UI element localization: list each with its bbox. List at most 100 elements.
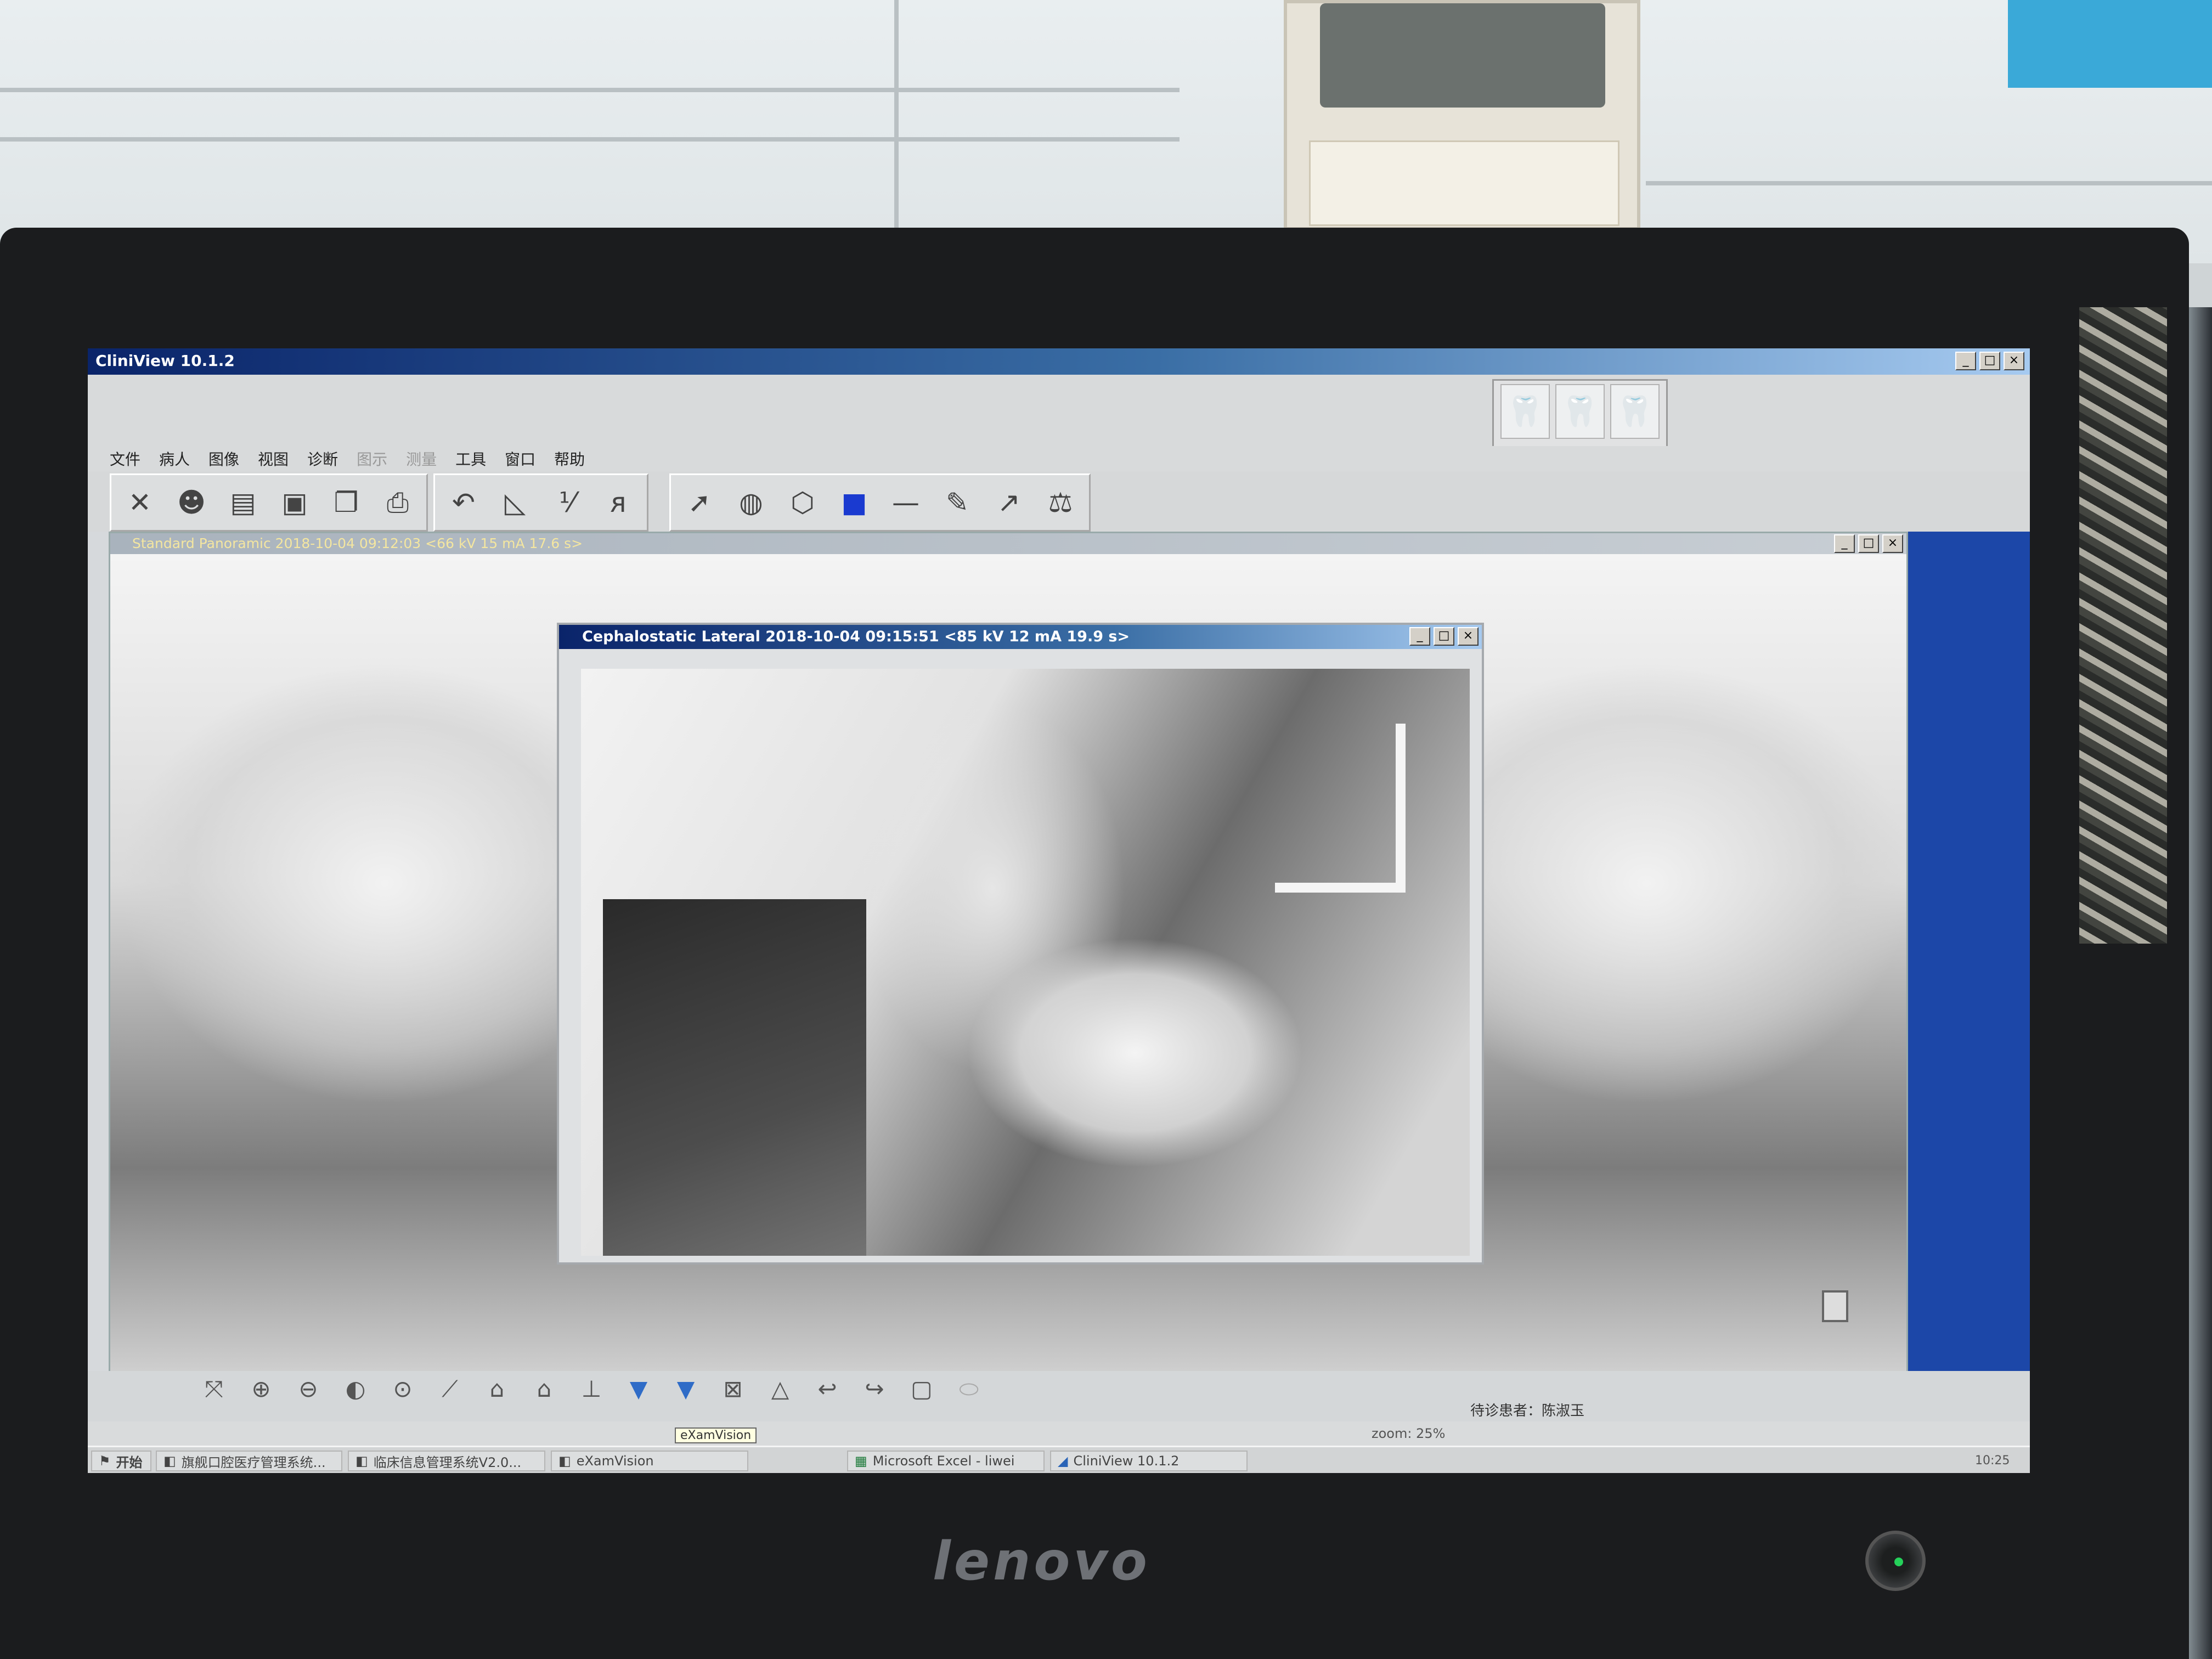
close-button[interactable]: × xyxy=(1882,534,1903,553)
eraser-icon[interactable]: ◍ xyxy=(730,482,772,523)
menu-diagnosis[interactable]: 诊断 xyxy=(307,448,338,470)
histogram-icon[interactable]: △ xyxy=(764,1375,797,1410)
menu-help[interactable]: 帮助 xyxy=(554,448,585,470)
taskbar-tooltip: eXamVision xyxy=(675,1427,757,1443)
control-panel-display xyxy=(1320,3,1605,108)
waiting-patient: 待诊患者：陈淑玉 xyxy=(1470,1403,1585,1419)
taskbar-item[interactable]: ◢ CliniView 10.1.2 xyxy=(1050,1451,1248,1471)
close-image-icon[interactable]: ✕ xyxy=(119,482,161,523)
zoom-out-icon[interactable]: ⊖ xyxy=(292,1375,325,1410)
menu-image[interactable]: 图像 xyxy=(208,448,239,470)
tooth-icon[interactable]: 🦷 xyxy=(1500,384,1550,439)
ceph-nasion-ruler xyxy=(1275,724,1406,893)
status-bar: zoom: 25% 待诊患者：陈淑玉 xyxy=(88,1403,2030,1446)
pointer-icon[interactable]: ➚ xyxy=(679,482,720,523)
maximize-button[interactable]: □ xyxy=(1434,627,1454,646)
close-button[interactable]: × xyxy=(2004,352,2024,370)
menu-file[interactable]: 文件 xyxy=(110,448,140,470)
flip-horizontal-icon[interactable]: ᴙ xyxy=(597,482,639,523)
rotate-icon[interactable]: ↶ xyxy=(443,482,484,523)
sharpen-icon[interactable]: ⟋ xyxy=(433,1375,466,1410)
wall-background xyxy=(0,0,2212,263)
page-icon[interactable] xyxy=(1822,1290,1848,1322)
taskbar-item[interactable]: ▦ Microsoft Excel - liwei xyxy=(847,1451,1045,1471)
minimize-button[interactable]: _ xyxy=(1409,627,1430,646)
tooth-filter-icon[interactable]: ⌂ xyxy=(481,1375,514,1410)
monitor-logo: lenovo xyxy=(933,1531,1150,1592)
angle-icon[interactable]: ◺ xyxy=(494,482,536,523)
calibrate-icon[interactable]: ⚖ xyxy=(1040,482,1081,523)
menu-tools[interactable]: 工具 xyxy=(455,448,486,470)
minimize-button[interactable]: _ xyxy=(1834,534,1855,553)
shape-icon[interactable]: ⬡ xyxy=(782,482,823,523)
wall-poster xyxy=(2008,0,2212,88)
ceph-title-bar[interactable]: Cephalostatic Lateral 2018-10-04 09:15:5… xyxy=(559,625,1482,649)
lasso-icon[interactable]: ⬭ xyxy=(952,1375,985,1410)
tooth-color-icon[interactable]: ▼ xyxy=(622,1375,655,1410)
menu-view[interactable]: 视图 xyxy=(258,448,289,470)
control-panel-notice xyxy=(1309,140,1620,226)
maximize-button[interactable]: □ xyxy=(1858,534,1879,553)
zoom-in-icon[interactable]: ⊕ xyxy=(245,1375,278,1410)
taskbar-clock: 10:25 xyxy=(1975,1454,2010,1468)
windows-icon: ⚑ xyxy=(99,1453,111,1469)
ceph-title: Cephalostatic Lateral 2018-10-04 09:15:5… xyxy=(582,628,1130,645)
tooth-icon[interactable]: 🦷 xyxy=(1610,384,1660,439)
app-icon: ◧ xyxy=(558,1453,571,1469)
redo-icon[interactable]: ↪ xyxy=(858,1375,891,1410)
tooth-filter-2-icon[interactable]: ⌂ xyxy=(528,1375,561,1410)
image-type-strip: 🦷 🦷 🦷 xyxy=(88,375,2030,449)
open-icon[interactable]: ▤ xyxy=(222,482,264,523)
image-tools: ⤧ ⊕ ⊖ ◐ ⊙ ⟋ ⌂ ⌂ ⊥ ▼ ▼ ⊠ △ ↩ ↪ ▢ ⬭ xyxy=(198,1375,985,1410)
app-title-bar: CliniView 10.1.2 _ □ × xyxy=(88,348,2030,375)
implant-icon[interactable]: ⊥ xyxy=(575,1375,608,1410)
copy-icon[interactable]: ❐ xyxy=(325,482,367,523)
tooth-icon[interactable]: 🦷 xyxy=(1555,384,1605,439)
menu-measure[interactable]: 测量 xyxy=(406,448,437,470)
toolbar-group-annotate: ➚ ◍ ⬡ ■ — ✎ ↗ ⚖ xyxy=(669,473,1091,532)
undo-icon[interactable]: ↩ xyxy=(811,1375,844,1410)
ceph-xray-image[interactable] xyxy=(581,669,1470,1256)
cliniview-icon: ◢ xyxy=(1058,1453,1068,1469)
close-button[interactable]: × xyxy=(1458,627,1479,646)
crop-icon[interactable]: ▢ xyxy=(905,1375,938,1410)
taskbar-item[interactable]: ◧ 临床信息管理系统V2.0... xyxy=(348,1451,545,1471)
flip-vertical-icon[interactable]: ⅟ xyxy=(546,482,588,523)
brightness-icon[interactable]: ◐ xyxy=(339,1375,372,1410)
patient-icon[interactable]: ☻ xyxy=(171,482,212,523)
print-icon[interactable]: ⎙ xyxy=(377,482,419,523)
annotation-icon[interactable]: ✎ xyxy=(936,482,978,523)
menu-patient[interactable]: 病人 xyxy=(159,448,190,470)
screen: CliniView 10.1.2 _ □ × 🦷 🦷 🦷 文件 病人 图像 视图… xyxy=(88,348,2030,1473)
menu-diagram[interactable]: 图示 xyxy=(357,448,387,470)
power-button[interactable] xyxy=(1865,1531,1926,1591)
contrast-icon[interactable]: ⊙ xyxy=(386,1375,419,1410)
start-button[interactable]: ⚑ 开始 xyxy=(91,1451,151,1471)
zoom-level: zoom: 25% xyxy=(1372,1426,1446,1441)
region-icon[interactable]: ⊠ xyxy=(716,1375,749,1410)
taskbar-item-label: eXamVision xyxy=(576,1453,654,1469)
minimize-button[interactable]: _ xyxy=(1955,352,1976,370)
line-style-icon[interactable]: — xyxy=(885,482,927,523)
save-icon[interactable]: ▣ xyxy=(274,482,315,523)
taskbar-item-label: 临床信息管理系统V2.0... xyxy=(373,1454,522,1470)
tooth-color-2-icon[interactable]: ▼ xyxy=(669,1375,702,1410)
panoramic-title: Standard Panoramic 2018-10-04 09:12:03 <… xyxy=(132,535,583,551)
start-label: 开始 xyxy=(116,1454,143,1470)
app-title: CliniView 10.1.2 xyxy=(95,352,235,370)
maximize-button[interactable]: □ xyxy=(1979,352,2000,370)
image-toolbar: ⤧ ⊕ ⊖ ◐ ⊙ ⟋ ⌂ ⌂ ⊥ ▼ ▼ ⊠ △ ↩ ↪ ▢ ⬭ xyxy=(88,1371,2030,1421)
measure-icon[interactable]: ↗ xyxy=(988,482,1030,523)
taskbar-item[interactable]: ◧ eXamVision xyxy=(551,1451,748,1471)
taskbar-item[interactable]: ◧ 旗舰口腔医疗管理系统... xyxy=(156,1451,342,1471)
color-icon[interactable]: ■ xyxy=(833,482,875,523)
tile-grout xyxy=(894,0,899,230)
menu-window[interactable]: 窗口 xyxy=(505,448,535,470)
panoramic-title-bar[interactable]: Standard Panoramic 2018-10-04 09:12:03 <… xyxy=(110,533,1906,554)
fit-icon[interactable]: ⤧ xyxy=(198,1375,230,1410)
toolbar-group-file: ✕ ☻ ▤ ▣ ❐ ⎙ xyxy=(110,473,428,532)
ceph-background-region xyxy=(603,899,866,1256)
ceph-window[interactable]: Cephalostatic Lateral 2018-10-04 09:15:5… xyxy=(557,623,1484,1265)
tile-grout xyxy=(0,88,1180,92)
taskbar-item-label: CliniView 10.1.2 xyxy=(1073,1453,1180,1469)
